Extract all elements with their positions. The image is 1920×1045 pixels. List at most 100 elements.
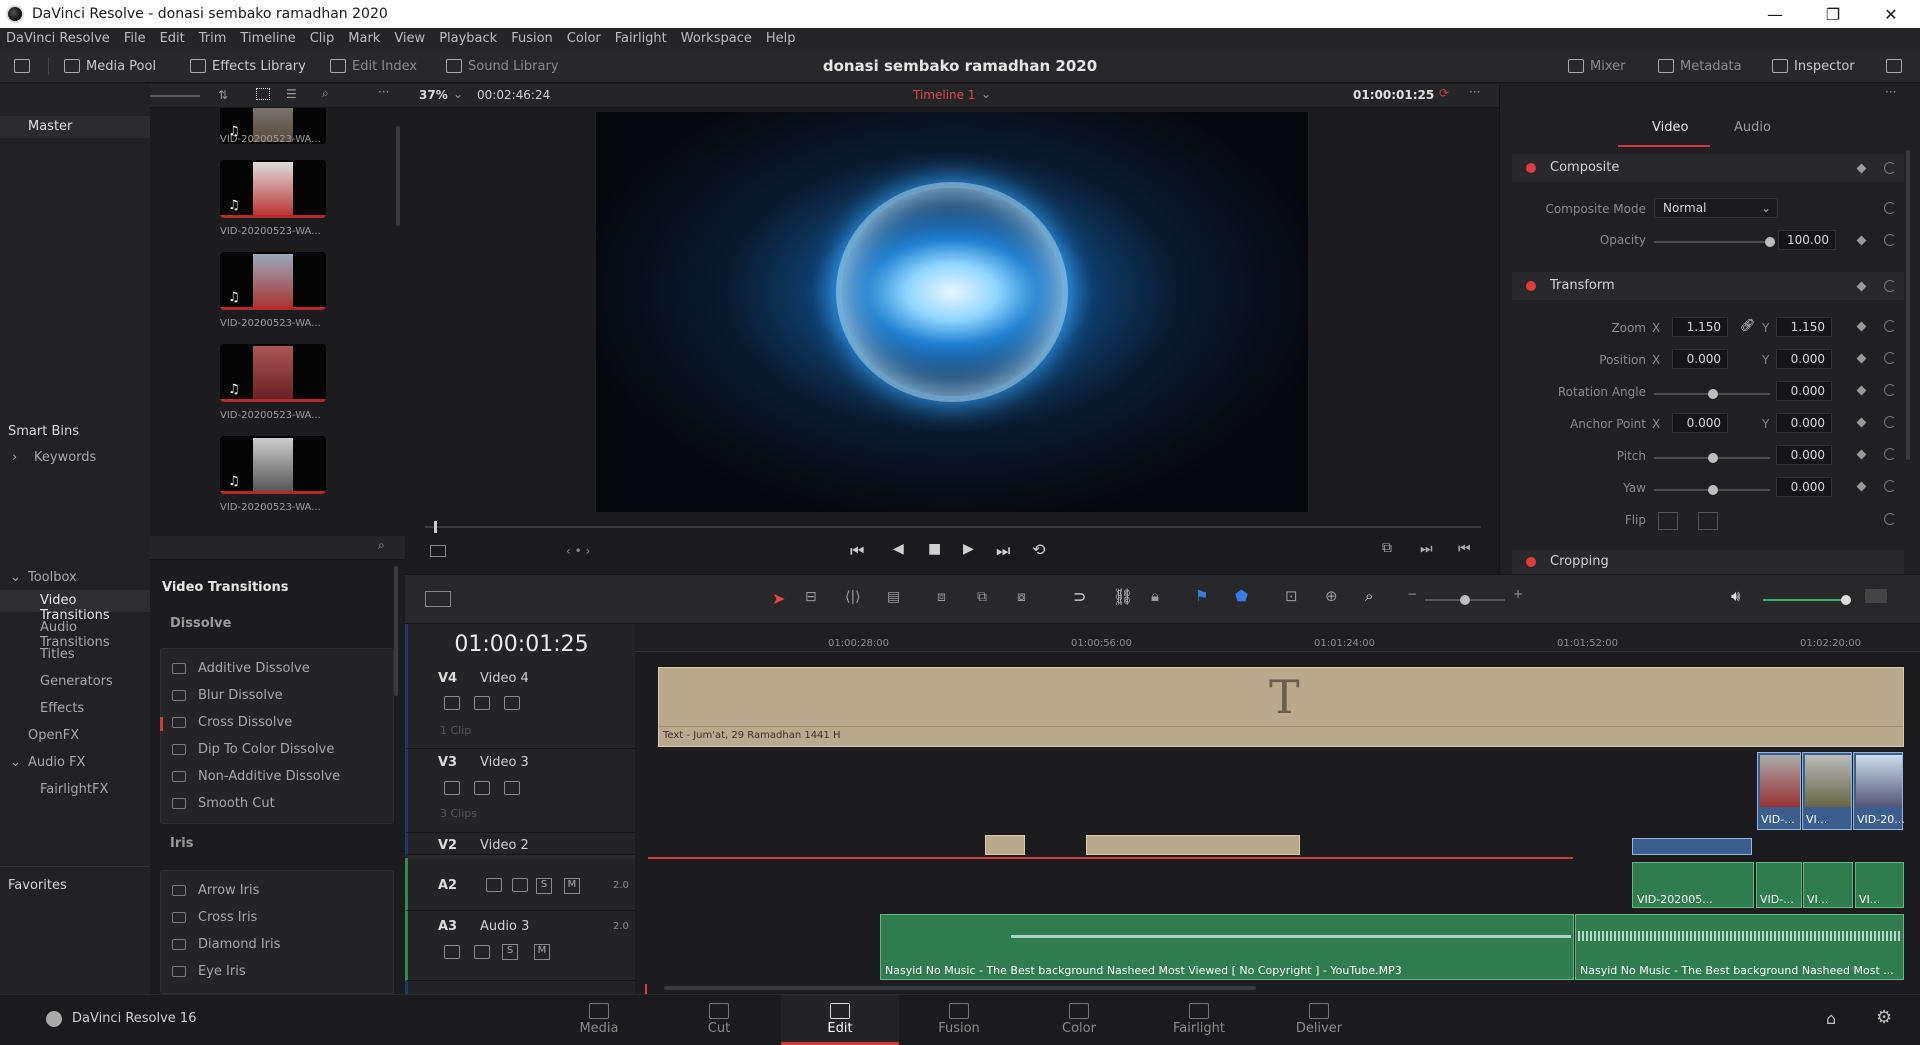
options-icon[interactable]: ··· [1885, 85, 1896, 99]
title-clip[interactable]: T Text - Jum'at, 29 Ramadhan 1441 H [658, 667, 1904, 747]
effect-additive-dissolve[interactable]: Additive Dissolve [172, 661, 310, 676]
video-clip[interactable] [1632, 838, 1752, 855]
audio-clip[interactable]: VID-202005... [1632, 862, 1754, 908]
close-button[interactable]: ✕ [1862, 5, 1920, 24]
menu-view[interactable]: View [394, 31, 425, 46]
track-name-v3[interactable]: Video 3 [480, 755, 529, 770]
chevron-right-icon[interactable]: › [12, 450, 17, 465]
category-effects[interactable]: Effects [40, 701, 84, 716]
menu-mark[interactable]: Mark [348, 31, 380, 46]
rotation-value[interactable]: 0.000 [1776, 381, 1832, 401]
pitch-value[interactable]: 0.000 [1776, 445, 1832, 465]
volume-knob[interactable] [1841, 595, 1851, 605]
trim-tool-icon[interactable]: ⊟ [805, 589, 817, 605]
match-frame-icon[interactable]: ⧉ [1382, 540, 1392, 556]
menu-file[interactable]: File [124, 31, 146, 46]
transform-section-header[interactable]: Transform [1512, 272, 1904, 300]
play-icon[interactable]: ▶ [963, 541, 974, 557]
chevron-down-icon[interactable]: ⌄ [453, 87, 463, 101]
home-icon[interactable]: ⌂ [1826, 1009, 1836, 1028]
go-to-end-icon[interactable]: ⏭ [996, 541, 1010, 561]
zoom-out-icon[interactable]: − [1407, 587, 1417, 601]
effect-blur-dissolve[interactable]: Blur Dissolve [172, 688, 283, 703]
previous-edit-icon[interactable]: ⏮ [1458, 541, 1471, 557]
minimize-button[interactable]: — [1746, 5, 1804, 24]
stop-icon[interactable]: ■ [928, 541, 941, 557]
lock-icon[interactable] [486, 878, 502, 892]
auto-select-icon[interactable] [512, 878, 528, 892]
solo-button[interactable]: S [536, 878, 552, 894]
chevron-down-icon[interactable]: ⌄ [10, 570, 21, 585]
position-lock-icon[interactable]: 🔒︎ [1151, 587, 1159, 605]
audio-clip[interactable]: VI... [1855, 862, 1904, 908]
scrubber-playhead[interactable] [434, 521, 437, 533]
video-clip[interactable]: VID-... [1757, 752, 1801, 830]
category-generators[interactable]: Generators [40, 674, 113, 689]
menu-timeline[interactable]: Timeline [240, 31, 295, 46]
scrollbar[interactable] [394, 566, 398, 696]
page-fusion[interactable]: Fusion [909, 995, 1009, 1045]
replace-clip-icon[interactable]: ⧇ [1017, 589, 1026, 605]
effect-cross-iris[interactable]: Cross Iris [172, 910, 257, 925]
timeline-playhead[interactable] [645, 984, 647, 994]
timeline-view-options-icon[interactable] [425, 591, 451, 607]
anchor-x-field[interactable]: 0.000 [1672, 413, 1728, 433]
inspector-scrollbar[interactable] [1906, 150, 1910, 460]
media-pool-button[interactable]: Media Pool [64, 55, 156, 77]
dim-audio-icon[interactable] [1865, 589, 1887, 603]
reset-icon[interactable] [1884, 352, 1896, 364]
volume-slider[interactable] [1763, 599, 1849, 601]
options-icon[interactable]: ··· [1469, 85, 1480, 99]
chevron-down-icon[interactable]: ⌄ [10, 755, 21, 770]
yaw-value[interactable]: 0.000 [1776, 477, 1832, 497]
lock-icon[interactable] [444, 945, 460, 959]
mute-button[interactable]: M [564, 878, 580, 894]
audio-clip[interactable]: Nasyid No Music - The Best background Na… [1575, 914, 1904, 980]
effect-cross-dissolve[interactable]: Cross Dissolve [172, 715, 292, 730]
custom-zoom-icon[interactable]: ⌕ [1365, 587, 1373, 605]
snapping-icon[interactable]: ⊃ [1073, 587, 1086, 606]
zoom-in-icon[interactable]: + [1513, 587, 1523, 601]
zoom-y-field[interactable]: 1.150 [1776, 317, 1832, 337]
category-fairlightfx[interactable]: FairlightFX [40, 782, 108, 797]
disable-video-icon[interactable] [504, 781, 520, 795]
effect-arrow-iris[interactable]: Arrow Iris [172, 883, 259, 898]
composite-section-header[interactable]: Composite [1512, 154, 1904, 182]
selection-tool-icon[interactable]: ➤ [772, 589, 785, 608]
composite-mode-dropdown[interactable]: Normal ⌄ [1654, 198, 1778, 218]
options-icon[interactable]: ··· [378, 85, 389, 99]
menu-help[interactable]: Help [766, 31, 796, 46]
category-titles[interactable]: Titles [40, 647, 75, 662]
sync-icon[interactable]: ⟳ [1439, 86, 1449, 100]
reset-icon[interactable] [1884, 162, 1896, 174]
timeline-scrollbar[interactable] [664, 986, 1256, 990]
next-edit-icon[interactable]: ⏭ [1420, 541, 1433, 557]
lock-icon[interactable] [444, 781, 460, 795]
viewer-zoom[interactable]: 37% [419, 88, 448, 102]
overwrite-clip-icon[interactable]: ⧉ [977, 589, 987, 605]
search-icon[interactable]: ⌕ [322, 86, 329, 101]
blade-tool-icon[interactable]: ▤ [887, 589, 900, 605]
anchor-y-field[interactable]: 0.000 [1776, 413, 1832, 433]
workspace-layout-icon[interactable] [14, 55, 30, 77]
category-video-transitions[interactable]: Video Transitions [40, 593, 150, 623]
thumbnail-view-icon[interactable] [256, 88, 270, 100]
reset-icon[interactable] [1884, 202, 1896, 214]
page-media[interactable]: Media [549, 995, 649, 1045]
flag-icon[interactable]: ⚑ [1195, 587, 1208, 605]
gear-icon[interactable]: ⚙ [1876, 1007, 1892, 1028]
marker-icon[interactable]: ⬟ [1235, 587, 1248, 605]
scrollbar[interactable] [396, 126, 400, 226]
search-icon[interactable]: ⌕ [378, 538, 385, 553]
expand-toolbar-icon[interactable] [1886, 55, 1902, 77]
maximize-button[interactable]: ❐ [1804, 5, 1862, 24]
menu-fusion[interactable]: Fusion [511, 31, 553, 46]
effect-smooth-cut[interactable]: Smooth Cut [172, 796, 275, 811]
edit-index-button[interactable]: Edit Index [330, 55, 417, 77]
timeline-zoom-knob[interactable] [1460, 595, 1470, 605]
menu-color[interactable]: Color [567, 31, 601, 46]
disable-video-icon[interactable] [504, 696, 520, 710]
audio-clip[interactable]: Nasyid No Music - The Best background Na… [880, 914, 1574, 980]
reset-icon[interactable] [1884, 234, 1896, 246]
track-name-v2[interactable]: Video 2 [480, 838, 529, 853]
